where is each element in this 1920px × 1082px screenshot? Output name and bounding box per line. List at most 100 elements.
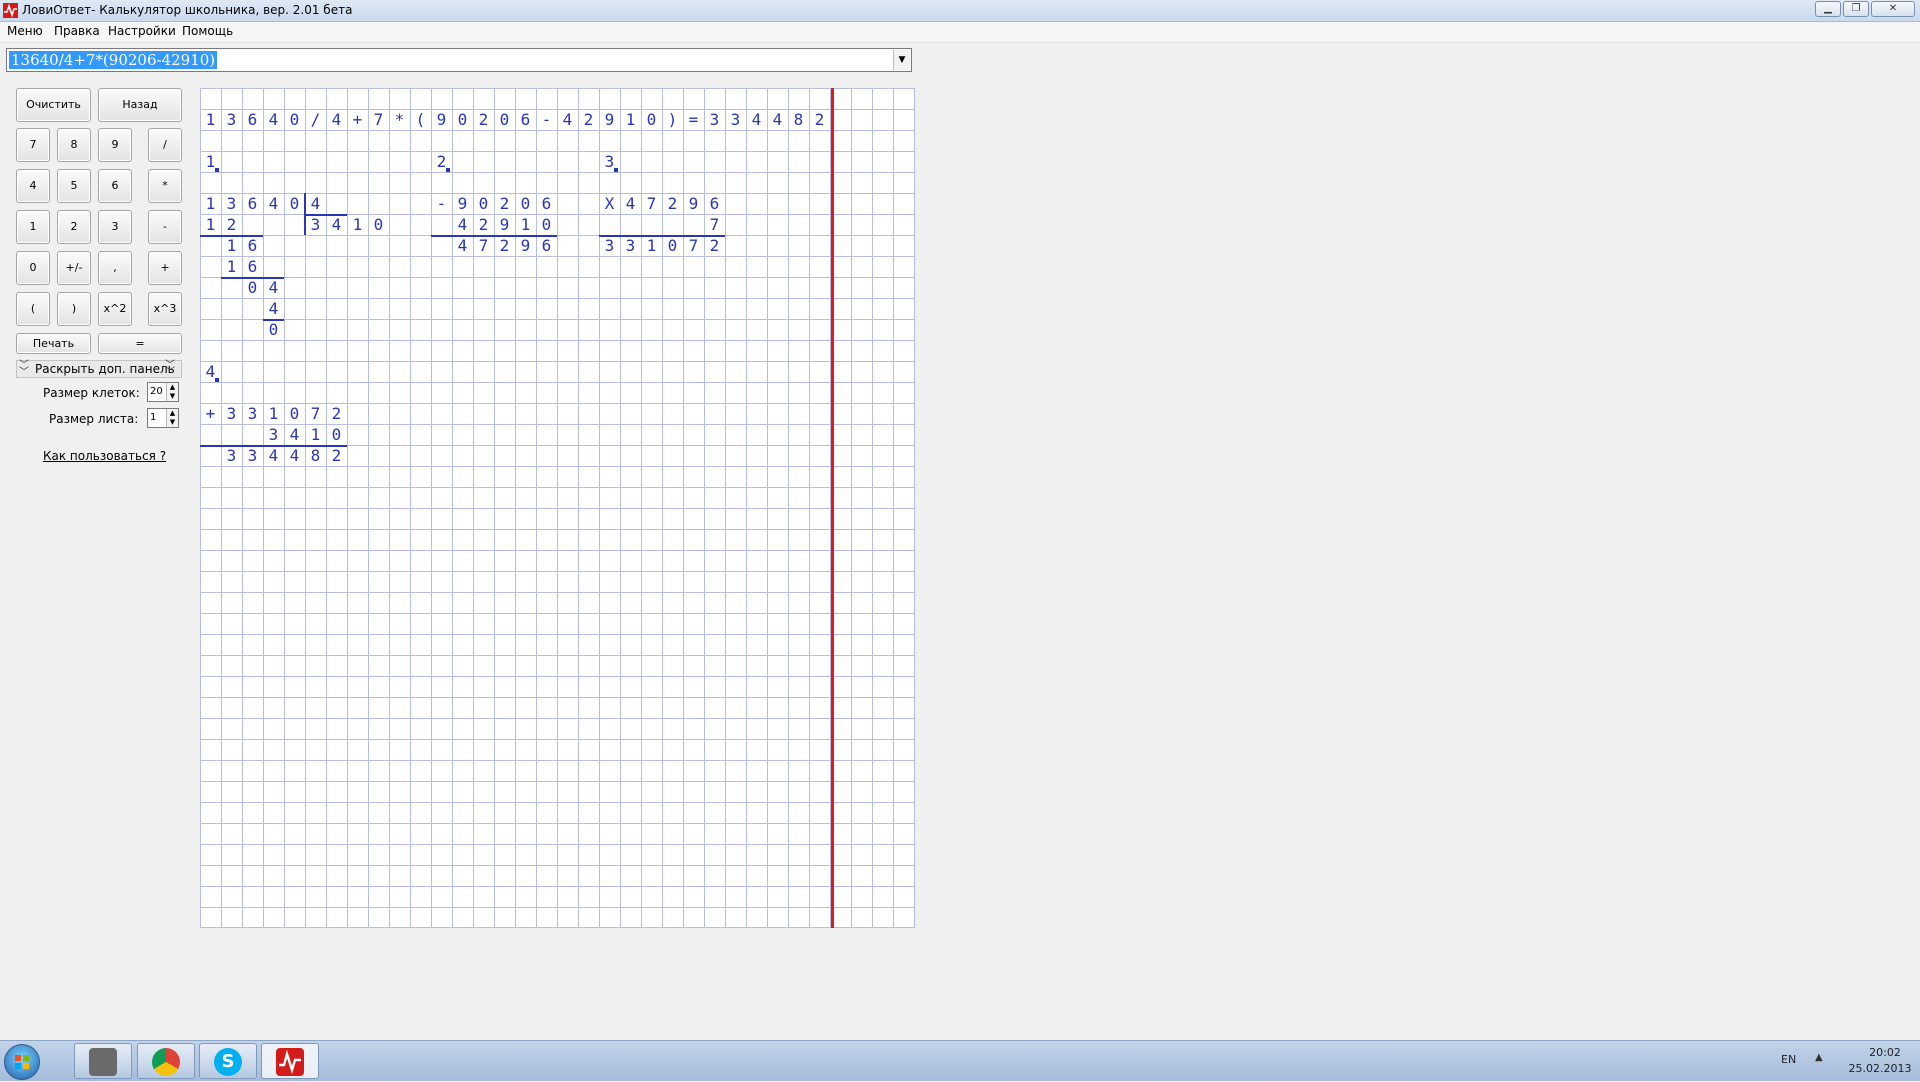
clock-date[interactable]: 25.02.2013 <box>1840 1062 1920 1075</box>
cell-size-spinner[interactable]: 20 ▲ ▼ <box>147 382 179 402</box>
sheet-char: 2 <box>478 215 489 234</box>
left-paren-button[interactable]: ( <box>16 292 50 326</box>
sheet-char: 3 <box>226 404 237 423</box>
cube-button[interactable]: x^3 <box>148 292 182 326</box>
close-button[interactable]: ✕ <box>1871 1 1915 17</box>
menu-item-settings[interactable]: Настройки <box>108 24 176 38</box>
chrome-icon <box>152 1048 180 1076</box>
expression-input-text[interactable]: 13640/4+7*(90206-42910) <box>9 51 218 69</box>
chevron-down-icon[interactable]: ▼ <box>893 50 910 70</box>
minimize-button[interactable]: ▁ <box>1815 1 1841 17</box>
step-marker-dot <box>215 168 219 172</box>
digit-8-button[interactable]: 8 <box>57 128 91 162</box>
sheet-char: 1 <box>625 110 636 129</box>
sheet-size-value: 1 <box>150 412 157 423</box>
sheet-char: 1 <box>205 215 216 234</box>
sheet-char: 9 <box>604 110 615 129</box>
tray-expand-icon[interactable]: ▲ <box>1815 1052 1823 1063</box>
right-paren-button[interactable]: ) <box>57 292 91 326</box>
grid-sheet[interactable]: 1 3 6 4 0/4 +7 *(9 0 2 0 6-4 2 9 1 0) = 3 3 4 4 8 2 1 2 3 136… <box>200 88 915 928</box>
multiply-button[interactable]: * <box>148 169 182 203</box>
sheet-char: 2 <box>667 194 678 213</box>
sheet-char: 0 <box>331 425 342 444</box>
sheet-char: 7 <box>709 215 720 234</box>
file-manager-icon <box>89 1048 117 1076</box>
taskbar-app-explorer[interactable] <box>74 1043 132 1079</box>
sheet-char: 0 <box>478 194 489 213</box>
digit-1-button[interactable]: 1 <box>16 210 50 244</box>
title-bar: ЛовиОтвет- Калькулятор школьника, вер. 2… <box>0 0 1920 22</box>
sheet-char: 4 <box>331 110 342 129</box>
sheet-size-spinner[interactable]: 1 ▲ ▼ <box>147 408 179 428</box>
taskbar-app-skype[interactable]: S <box>199 1043 257 1079</box>
digit-7-button[interactable]: 7 <box>16 128 50 162</box>
spinner-arrows-icon[interactable]: ▲ ▼ <box>166 409 178 427</box>
sheet-char: 4 <box>751 110 762 129</box>
comma-button[interactable]: , <box>98 251 132 285</box>
digit-2-button[interactable]: 2 <box>57 210 91 244</box>
menu-item-help[interactable]: Помощь <box>182 24 233 38</box>
equals-button[interactable]: = <box>98 333 182 354</box>
expand-panel-button[interactable]: ﹀ ﹀ Раскрыть доп. панель ﹀ ﹀ <box>16 360 182 378</box>
sheet-char: 1 <box>520 215 531 234</box>
digit-4-button[interactable]: 4 <box>16 169 50 203</box>
menu-item-menu[interactable]: Меню <box>7 24 43 38</box>
sheet-char: * <box>394 110 405 129</box>
sheet-char: 0 <box>499 110 510 129</box>
sheet-char: 0 <box>247 278 258 297</box>
sheet-char: 4 <box>772 110 783 129</box>
sheet-char: 7 <box>478 236 489 255</box>
digit-6-button[interactable]: 6 <box>98 169 132 203</box>
maximize-button[interactable]: ❐ <box>1843 1 1869 17</box>
taskbar-app-loviotvet[interactable] <box>261 1043 319 1079</box>
step-marker-dot <box>446 168 450 172</box>
menu-item-edit[interactable]: Правка <box>54 24 100 38</box>
square-button[interactable]: x^2 <box>98 292 132 326</box>
clear-button[interactable]: Очистить <box>16 88 91 122</box>
minus-button[interactable]: - <box>148 210 182 244</box>
language-indicator[interactable]: EN <box>1781 1053 1796 1066</box>
sheet-char: 6 <box>247 257 258 276</box>
sheet-char: 4 <box>331 215 342 234</box>
double-chevron-down-icon: ﹀ ﹀ <box>19 360 29 378</box>
plus-button[interactable]: + <box>148 251 182 285</box>
sheet-char: 4 <box>457 215 468 234</box>
sheet-char: 9 <box>436 110 447 129</box>
sheet-char: 9 <box>688 194 699 213</box>
taskbar-app-chrome[interactable] <box>137 1043 195 1079</box>
expression-combobox[interactable]: 13640/4+7*(90206-42910) ▼ <box>6 48 912 72</box>
sheet-char: 6 <box>247 236 258 255</box>
plus-minus-button[interactable]: +/- <box>57 251 91 285</box>
spinner-arrows-icon[interactable]: ▲ ▼ <box>166 383 178 401</box>
digit-5-button[interactable]: 5 <box>57 169 91 203</box>
sheet-char: 6 <box>709 194 720 213</box>
digit-3-button[interactable]: 3 <box>98 210 132 244</box>
start-button[interactable] <box>4 1044 40 1080</box>
sheet-char: 4 <box>310 194 321 213</box>
sheet-char: 0 <box>457 110 468 129</box>
sheet-char: 3 <box>310 215 321 234</box>
clock-time[interactable]: 20:02 <box>1850 1046 1920 1059</box>
sheet-char: 0 <box>289 404 300 423</box>
minimize-icon: ▁ <box>1824 3 1832 14</box>
sheet-char: 7 <box>688 236 699 255</box>
digit-9-button[interactable]: 9 <box>98 128 132 162</box>
how-to-use-link[interactable]: Как пользоваться ? <box>43 449 166 463</box>
sheet-char: 1 <box>205 194 216 213</box>
divide-button[interactable]: / <box>148 128 182 162</box>
sheet-char: 6 <box>520 110 531 129</box>
sheet-char: 9 <box>499 215 510 234</box>
taskbar: S EN ▲ 20:02 25.02.2013 <box>0 1040 1920 1081</box>
digit-0-button[interactable]: 0 <box>16 251 50 285</box>
sheet-char: 6 <box>247 110 258 129</box>
sheet-char: 0 <box>289 110 300 129</box>
sheet-char: 3 <box>709 110 720 129</box>
sheet-char: ( <box>415 110 426 129</box>
expand-panel-label: Раскрыть доп. панель <box>35 362 175 376</box>
sheet-char: 2 <box>331 404 342 423</box>
sheet-char: 6 <box>247 194 258 213</box>
print-button[interactable]: Печать <box>16 333 91 354</box>
back-button[interactable]: Назад <box>98 88 182 122</box>
windows-logo-icon <box>15 1055 29 1069</box>
sheet-char: 0 <box>289 194 300 213</box>
